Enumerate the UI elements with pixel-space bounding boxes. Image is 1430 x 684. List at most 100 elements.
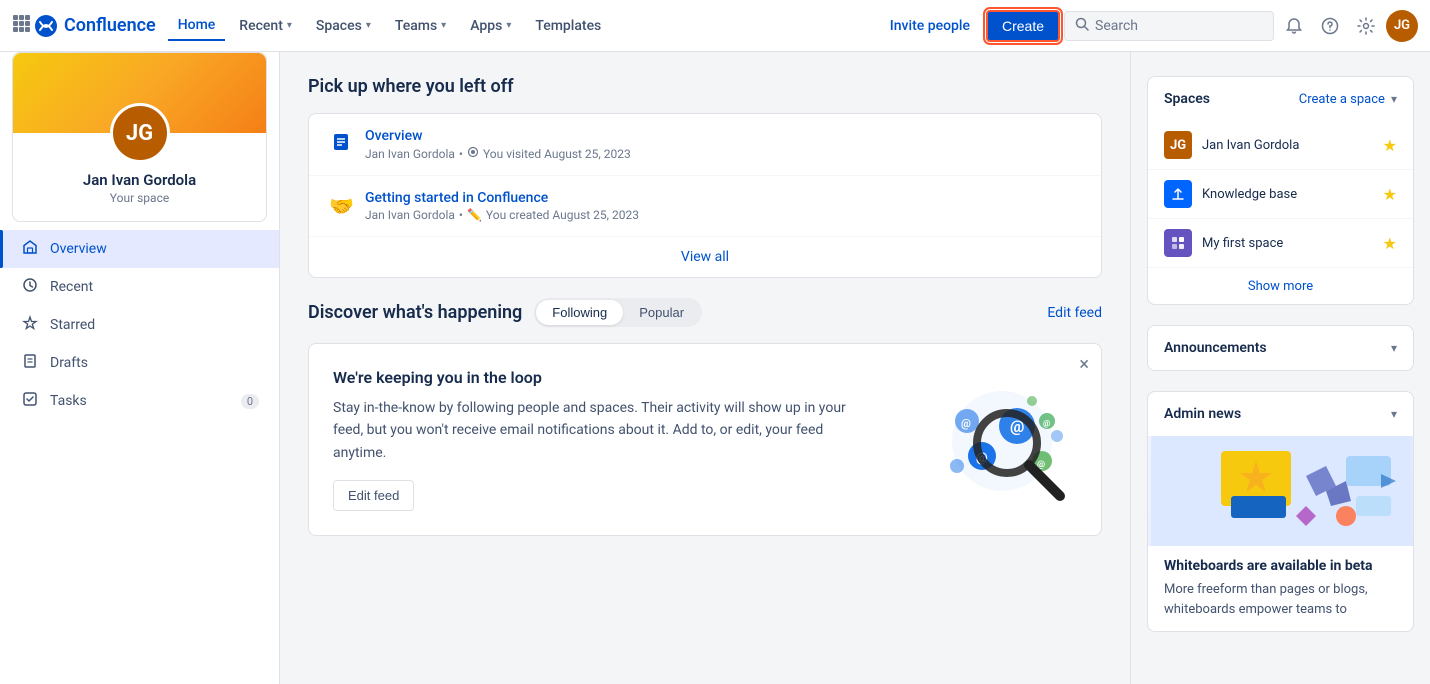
- recent-item-title[interactable]: Overview: [365, 128, 1081, 144]
- discover-illustration: @ @ @ @ @: [897, 368, 1077, 508]
- drafts-icon: [20, 353, 40, 373]
- view-all-link[interactable]: View all: [681, 249, 729, 265]
- sidebar-item-overview[interactable]: Overview: [0, 230, 279, 268]
- page-layout: JG Jan Ivan Gordola Your space Overview: [0, 52, 1430, 684]
- sidebar-item-drafts[interactable]: Drafts: [0, 344, 279, 382]
- space-name-mf: My first space: [1202, 236, 1383, 251]
- sidebar-item-label-recent: Recent: [50, 279, 93, 295]
- tasks-badge: 0: [241, 394, 259, 409]
- invite-people-button[interactable]: Invite people: [878, 12, 982, 40]
- navbar: Confluence Home Recent▾ Spaces▾ Teams▾ A…: [0, 0, 1430, 52]
- recent-item-meta: Jan Ivan Gordola • ✏️ You created August…: [365, 208, 1081, 222]
- star-icon-kb[interactable]: ★: [1383, 185, 1397, 204]
- overview-icon: [20, 239, 40, 259]
- tab-group: Following Popular: [534, 298, 702, 327]
- recent-item[interactable]: 🤝 Getting started in Confluence Jan Ivan…: [309, 176, 1101, 236]
- pencil-icon: ✏️: [467, 208, 482, 222]
- spaces-header[interactable]: Spaces Create a space ▾: [1148, 77, 1413, 121]
- page-icon: [329, 132, 353, 157]
- nav-recent[interactable]: Recent▾: [229, 12, 302, 40]
- space-name-jg: Jan Ivan Gordola: [1202, 138, 1383, 153]
- sidebar-item-label-tasks: Tasks: [50, 393, 87, 409]
- announcement-text: More freeform than pages or blogs, white…: [1164, 580, 1397, 619]
- discover-title: Discover what's happening: [308, 302, 522, 323]
- tab-following[interactable]: Following: [536, 300, 623, 325]
- spaces-chevron-icon: ▾: [366, 20, 371, 31]
- search-bar[interactable]: Search: [1064, 11, 1274, 41]
- admin-news-chevron-icon: ▾: [1391, 407, 1397, 421]
- apps-grid-icon[interactable]: [12, 14, 30, 37]
- main-content: Pick up where you left off Overview: [280, 52, 1130, 684]
- sidebar-nav: Overview Recent Starred: [0, 222, 279, 428]
- recent-item[interactable]: Overview Jan Ivan Gordola • You visited …: [309, 114, 1101, 176]
- show-more-link[interactable]: Show more: [1248, 279, 1313, 294]
- profile-avatar[interactable]: JG: [110, 103, 170, 163]
- admin-news-section: Admin news ▾: [1147, 391, 1414, 632]
- sidebar-item-tasks[interactable]: Tasks 0: [0, 382, 279, 420]
- space-item-jg[interactable]: JG Jan Ivan Gordola ★: [1148, 121, 1413, 170]
- logo[interactable]: Confluence: [34, 14, 156, 38]
- nav-teams[interactable]: Teams▾: [385, 12, 456, 40]
- nav-templates[interactable]: Templates: [525, 12, 611, 40]
- view-all-section: View all: [309, 236, 1101, 277]
- tasks-icon: [20, 391, 40, 411]
- right-sidebar: Spaces Create a space ▾ JG Jan Ivan Gord…: [1130, 52, 1430, 684]
- discover-card-body: Stay in-the-know by following people and…: [333, 397, 877, 464]
- space-item-kb[interactable]: Knowledge base ★: [1148, 170, 1413, 219]
- svg-text:@: @: [1043, 419, 1050, 428]
- help-button[interactable]: [1314, 10, 1346, 42]
- notifications-button[interactable]: [1278, 10, 1310, 42]
- admin-news-header[interactable]: Admin news ▾: [1148, 392, 1413, 436]
- star-icon-jg[interactable]: ★: [1383, 136, 1397, 155]
- svg-text:@: @: [961, 417, 971, 430]
- nav-apps[interactable]: Apps▾: [460, 12, 521, 40]
- edit-feed-link[interactable]: Edit feed: [1047, 305, 1102, 321]
- left-sidebar: JG Jan Ivan Gordola Your space Overview: [0, 52, 280, 684]
- close-button[interactable]: ×: [1079, 356, 1089, 374]
- announcements-chevron-icon: ▾: [1391, 341, 1397, 355]
- user-avatar[interactable]: JG: [1386, 10, 1418, 42]
- announcements-title: Announcements: [1164, 340, 1267, 356]
- apps-chevron-icon: ▾: [506, 20, 511, 31]
- teams-chevron-icon: ▾: [441, 20, 446, 31]
- recent-icon: [20, 277, 40, 297]
- show-more-section: Show more: [1148, 268, 1413, 304]
- space-name-kb: Knowledge base: [1202, 187, 1383, 202]
- announcements-header[interactable]: Announcements ▾: [1148, 326, 1413, 370]
- sidebar-item-starred[interactable]: Starred: [0, 306, 279, 344]
- search-icon: [1075, 17, 1089, 35]
- recent-item-info: Overview Jan Ivan Gordola • You visited …: [365, 128, 1081, 161]
- visit-icon: [467, 146, 479, 161]
- starred-icon: [20, 315, 40, 335]
- nav-home[interactable]: Home: [168, 11, 226, 41]
- settings-button[interactable]: [1350, 10, 1382, 42]
- star-icon-mf[interactable]: ★: [1383, 234, 1397, 253]
- sidebar-item-label-overview: Overview: [50, 241, 107, 257]
- profile-name: Jan Ivan Gordola: [83, 171, 196, 189]
- edit-feed-button[interactable]: Edit feed: [333, 480, 414, 511]
- announcements-section: Announcements ▾: [1147, 325, 1414, 371]
- recent-pages-card: Overview Jan Ivan Gordola • You visited …: [308, 113, 1102, 278]
- profile-space: Your space: [110, 191, 169, 205]
- recent-item-meta: Jan Ivan Gordola • You visited August 25…: [365, 146, 1081, 161]
- sidebar-item-label-starred: Starred: [50, 317, 95, 333]
- profile-avatar-wrap: JG: [110, 103, 170, 163]
- wave-icon: 🤝: [329, 194, 353, 218]
- create-space-button[interactable]: Create a space: [1299, 92, 1385, 107]
- nav-spaces[interactable]: Spaces▾: [306, 12, 381, 40]
- spaces-title: Spaces: [1164, 91, 1210, 107]
- search-placeholder: Search: [1095, 18, 1138, 34]
- recent-item-title[interactable]: Getting started in Confluence: [365, 190, 1081, 206]
- recents-list: Overview Jan Ivan Gordola • You visited …: [309, 114, 1101, 236]
- space-item-mf[interactable]: My first space ★: [1148, 219, 1413, 268]
- sidebar-item-recent[interactable]: Recent: [0, 268, 279, 306]
- discover-header: Discover what's happening Following Popu…: [308, 298, 1102, 327]
- spaces-chevron-icon: ▾: [1391, 92, 1397, 106]
- space-icon-jg: JG: [1164, 131, 1192, 159]
- create-button[interactable]: Create: [986, 10, 1060, 42]
- tab-popular[interactable]: Popular: [623, 300, 700, 325]
- spaces-section: Spaces Create a space ▾ JG Jan Ivan Gord…: [1147, 76, 1414, 305]
- discover-card: × We're keeping you in the loop Stay in-…: [308, 343, 1102, 536]
- discover-card-heading: We're keeping you in the loop: [333, 368, 877, 387]
- admin-news-title: Admin news: [1164, 406, 1241, 422]
